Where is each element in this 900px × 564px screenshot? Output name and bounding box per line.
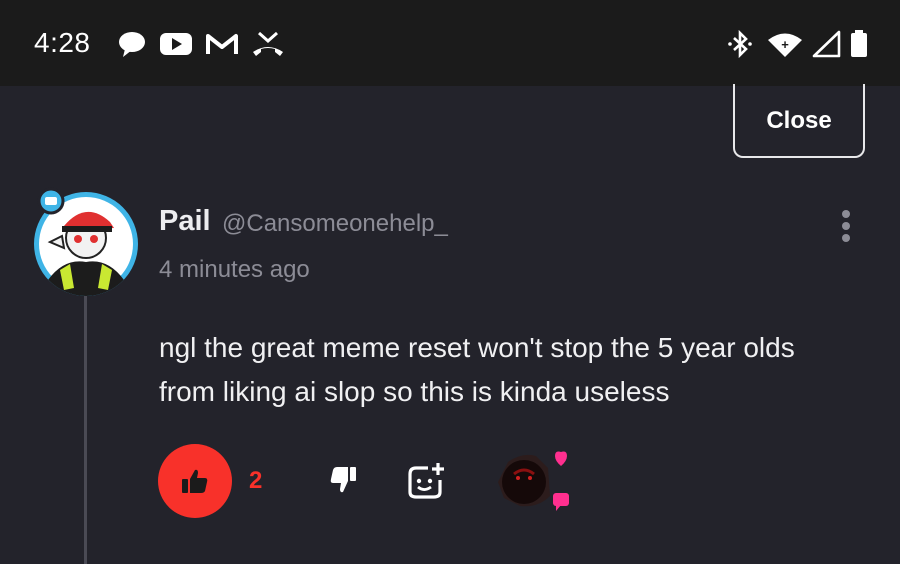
more-options-icon[interactable] — [836, 208, 856, 248]
author-name[interactable]: Pail — [159, 205, 211, 238]
heart-icon — [555, 451, 567, 466]
close-button[interactable]: Close — [733, 84, 865, 158]
badge-icon — [37, 187, 65, 215]
svg-text:+: + — [781, 37, 789, 52]
comment-timestamp: 4 minutes ago — [159, 256, 310, 283]
missed-call-icon — [253, 31, 283, 56]
like-button[interactable] — [158, 444, 232, 518]
gmail-icon — [206, 34, 238, 54]
chat-bubble-icon — [119, 32, 145, 57]
thumbs-up-icon — [182, 469, 208, 493]
author-handle[interactable]: @Cansomeonehelp_ — [222, 210, 448, 238]
add-reaction-icon[interactable] — [406, 462, 446, 500]
comment-text: ngl the great meme reset won't stop the … — [159, 332, 795, 407]
signal-icon — [812, 30, 841, 58]
reaction-avatar[interactable] — [494, 446, 580, 514]
battery-icon — [851, 30, 867, 57]
like-count: 2 — [249, 467, 263, 494]
status-time: 4:28 — [34, 27, 91, 58]
thread-line — [84, 296, 87, 564]
comment-bubble-icon — [553, 493, 569, 506]
bluetooth-icon — [728, 30, 752, 58]
thumbs-down-icon[interactable] — [328, 464, 358, 496]
wifi-icon: + — [768, 33, 802, 57]
reactor-avatar-image — [498, 451, 569, 511]
status-bar: 4:28 + — [0, 0, 900, 86]
author-avatar[interactable] — [34, 187, 138, 296]
youtube-icon — [160, 33, 192, 55]
